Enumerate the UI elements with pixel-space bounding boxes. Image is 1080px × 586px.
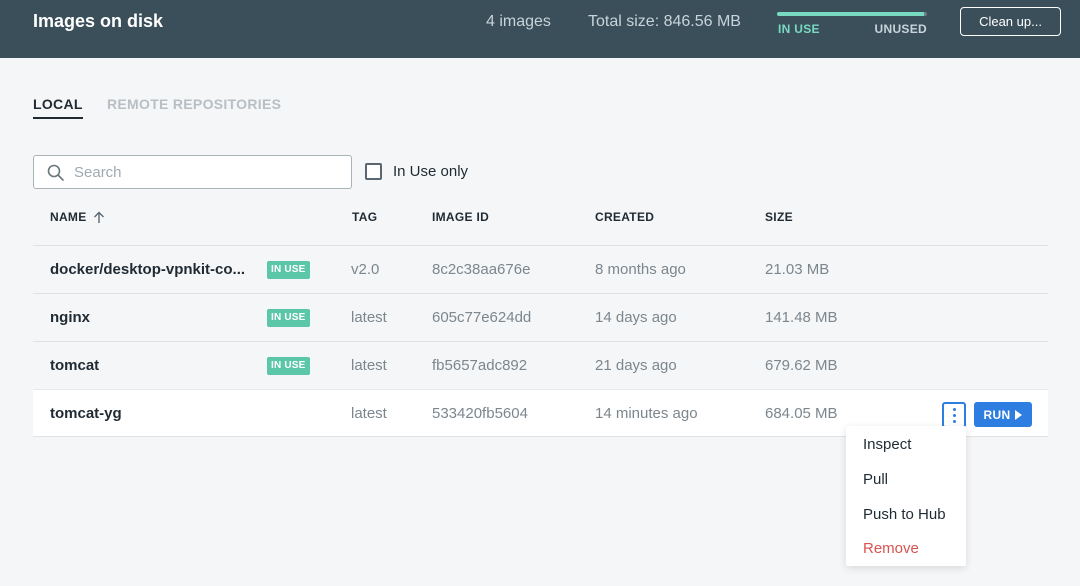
more-options-button[interactable]	[942, 402, 966, 428]
search-input[interactable]	[74, 161, 344, 183]
image-id: fb5657adc892	[432, 357, 528, 374]
in-use-only-label: In Use only	[393, 163, 469, 180]
image-tag: v2.0	[351, 261, 380, 278]
image-tag: latest	[351, 309, 387, 326]
play-icon	[1015, 409, 1023, 420]
in-use-badge: IN USE	[267, 357, 310, 375]
column-header-tag[interactable]: TAG	[352, 210, 377, 224]
image-size: 141.48 MB	[765, 309, 838, 326]
in-use-only-filter[interactable]: In Use only	[365, 163, 468, 180]
in-use-badge: IN USE	[267, 309, 310, 327]
unused-label: UNUSED	[874, 22, 927, 36]
image-name: tomcat	[50, 357, 100, 374]
image-context-menu: Inspect Pull Push to Hub Remove	[846, 426, 966, 566]
run-button-label: RUN	[983, 407, 1011, 422]
clean-up-button[interactable]: Clean up...	[960, 7, 1061, 36]
column-header-name-label: NAME	[50, 210, 87, 224]
table-row[interactable]: tomcat IN USE latest fb5657adc892 21 day…	[33, 341, 1048, 389]
image-size: 21.03 MB	[765, 261, 830, 278]
in-use-only-checkbox[interactable]	[365, 163, 382, 180]
sort-ascending-icon	[93, 211, 104, 223]
in-use-label: IN USE	[778, 22, 820, 36]
tab-remote-repositories[interactable]: REMOTE REPOSITORIES	[107, 96, 281, 112]
menu-item-inspect[interactable]: Inspect	[863, 436, 911, 453]
table-row[interactable]: docker/desktop-vpnkit-co... IN USE v2.0 …	[33, 245, 1048, 293]
image-size: 684.05 MB	[765, 405, 838, 422]
run-button[interactable]: RUN	[974, 402, 1032, 427]
disk-usage-meter: IN USE UNUSED	[777, 12, 927, 38]
menu-item-push-to-hub[interactable]: Push to Hub	[863, 506, 946, 523]
image-tag: latest	[351, 405, 387, 422]
image-count: 4 images	[486, 13, 551, 30]
image-id: 605c77e624dd	[432, 309, 532, 326]
menu-item-remove[interactable]: Remove	[863, 540, 919, 557]
column-header-name[interactable]: NAME	[50, 210, 105, 224]
image-name: tomcat-yg	[50, 405, 122, 422]
tab-local[interactable]: LOCAL	[33, 96, 83, 119]
more-vertical-icon	[952, 407, 956, 411]
image-id: 533420fb5604	[432, 405, 528, 422]
image-created: 14 minutes ago	[595, 405, 698, 422]
image-name: docker/desktop-vpnkit-co...	[50, 261, 246, 278]
image-size: 679.62 MB	[765, 357, 838, 374]
search-icon	[47, 164, 64, 181]
page-title: Images on disk	[33, 11, 164, 31]
column-header-size[interactable]: SIZE	[765, 210, 793, 224]
column-header-image-id[interactable]: IMAGE ID	[432, 210, 489, 224]
image-tag: latest	[351, 357, 387, 374]
image-id: 8c2c38aa676e	[432, 261, 531, 278]
usage-bar-fill	[777, 12, 924, 16]
column-header-created[interactable]: CREATED	[595, 210, 654, 224]
total-size: Total size: 846.56 MB	[588, 13, 741, 30]
image-created: 14 days ago	[595, 309, 677, 326]
search-box	[33, 155, 352, 189]
usage-bar	[777, 12, 927, 16]
image-created: 21 days ago	[595, 357, 677, 374]
table-row[interactable]: nginx IN USE latest 605c77e624dd 14 days…	[33, 293, 1048, 341]
menu-item-pull[interactable]: Pull	[863, 471, 888, 488]
header-bar: Images on disk 4 images Total size: 846.…	[0, 0, 1080, 58]
image-created: 8 months ago	[595, 261, 686, 278]
image-name: nginx	[50, 309, 90, 326]
in-use-badge: IN USE	[267, 261, 310, 279]
